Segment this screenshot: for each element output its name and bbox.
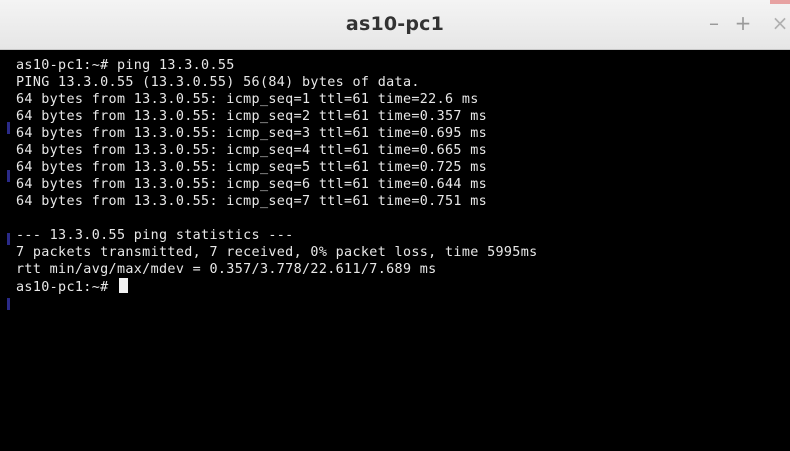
close-button[interactable]: × — [768, 11, 790, 35]
left-gutter — [0, 50, 10, 451]
terminal-line: 64 bytes from 13.3.0.55: icmp_seq=6 ttl=… — [16, 177, 488, 192]
terminal-prompt-line[interactable]: as10-pc1:~# — [16, 278, 128, 295]
terminal-line: 64 bytes from 13.3.0.55: icmp_seq=4 ttl=… — [16, 143, 488, 158]
close-button-accent — [770, 0, 790, 4]
terminal-line: 64 bytes from 13.3.0.55: icmp_seq=7 ttl=… — [16, 194, 488, 209]
terminal-line: as10-pc1:~# ping 13.3.0.55 — [16, 58, 235, 73]
terminal-line: 64 bytes from 13.3.0.55: icmp_seq=2 ttl=… — [16, 109, 488, 124]
title-bar[interactable]: as10-pc1 – + × — [0, 0, 790, 50]
terminal-prompt: as10-pc1:~# — [16, 280, 117, 295]
text-cursor — [118, 278, 128, 293]
terminal-line: 7 packets transmitted, 7 received, 0% pa… — [16, 245, 538, 260]
terminal-line: 64 bytes from 13.3.0.55: icmp_seq=1 ttl=… — [16, 92, 479, 107]
terminal-window: as10-pc1 – + × as10-pc1:~# ping 13.3.0.5… — [0, 0, 790, 451]
maximize-button[interactable]: + — [731, 11, 755, 35]
terminal-line: 64 bytes from 13.3.0.55: icmp_seq=3 ttl=… — [16, 126, 488, 141]
terminal-line: PING 13.3.0.55 (13.3.0.55) 56(84) bytes … — [16, 75, 420, 90]
window-title: as10-pc1 — [345, 13, 445, 35]
terminal-line: rtt min/avg/max/mdev = 0.357/3.778/22.61… — [16, 262, 437, 277]
minimize-button[interactable]: – — [702, 11, 726, 35]
terminal-output[interactable]: as10-pc1:~# ping 13.3.0.55 PING 13.3.0.5… — [10, 52, 790, 451]
terminal-line: 64 bytes from 13.3.0.55: icmp_seq=5 ttl=… — [16, 160, 488, 175]
terminal-line: --- 13.3.0.55 ping statistics --- — [16, 228, 294, 243]
